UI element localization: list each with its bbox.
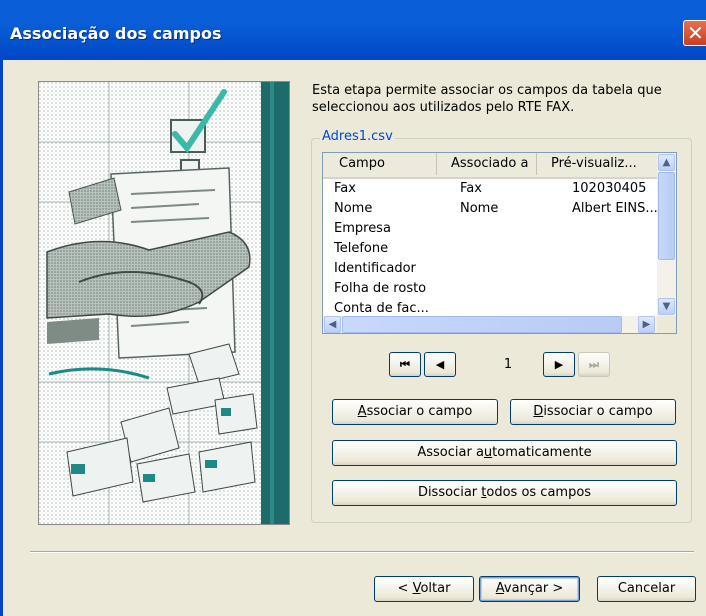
- first-record-icon: ⏮: [400, 358, 410, 371]
- cancel-button[interactable]: Cancelar: [597, 576, 696, 602]
- table-row[interactable]: Empresa: [323, 219, 657, 239]
- cell-preview: [572, 259, 657, 279]
- accelerator-key: A: [495, 581, 504, 596]
- button-label: oltar: [420, 581, 451, 596]
- vertical-scroll-thumb[interactable]: [658, 172, 675, 260]
- horizontal-scroll-thumb[interactable]: [342, 316, 622, 333]
- button-label: issociar o campo: [543, 404, 653, 419]
- first-record-button[interactable]: ⏮: [389, 352, 421, 377]
- previous-record-icon: ◀: [435, 358, 445, 371]
- cell-campo: Fax: [334, 181, 356, 196]
- cell-preview: [572, 219, 657, 239]
- table-row[interactable]: Telefone: [323, 239, 657, 259]
- cell-preview: [572, 279, 657, 299]
- cell-associado: Nome: [460, 201, 499, 216]
- previous-record-button[interactable]: ◀: [424, 352, 456, 377]
- cell-associado: [460, 239, 572, 259]
- auto-associate-button[interactable]: Associar automaticamente: [332, 440, 677, 466]
- title-bar[interactable]: Associação dos campos ✕: [0, 0, 706, 60]
- accelerator-key: A: [357, 404, 367, 419]
- button-label: vançar >: [503, 581, 564, 596]
- intro-text: Esta etapa permite associar os campos da…: [312, 83, 662, 115]
- table-row[interactable]: Fax Fax 102030405: [323, 179, 657, 199]
- window-border: [0, 60, 3, 616]
- next-record-button[interactable]: ▶: [543, 352, 575, 377]
- cell-campo: Identificador: [334, 261, 416, 276]
- column-header-campo[interactable]: Campo: [323, 153, 437, 175]
- footer-separator: [30, 551, 694, 553]
- scroll-down-icon[interactable]: ▼: [658, 298, 675, 315]
- table-row[interactable]: Nome Nome Albert EINS...: [323, 199, 657, 219]
- accelerator-key: u: [483, 445, 493, 460]
- cell-campo: Telefone: [334, 241, 389, 256]
- button-label: ssociar o campo: [366, 404, 473, 419]
- record-number: 1: [503, 357, 513, 372]
- last-record-button[interactable]: ⏭: [578, 352, 610, 377]
- last-record-icon: ⏭: [589, 358, 599, 371]
- window-title: Associação dos campos: [10, 24, 222, 43]
- handshake-checkmark-illustration-icon: [39, 82, 289, 524]
- button-label: Associar a: [417, 445, 484, 460]
- cell-campo: Folha de rosto: [334, 281, 427, 296]
- scroll-left-icon[interactable]: ◀: [324, 316, 341, 333]
- cell-associado: Fax: [460, 181, 482, 196]
- scroll-right-icon[interactable]: ▶: [638, 316, 655, 333]
- cell-preview: [572, 239, 657, 259]
- cell-associado: [460, 279, 572, 299]
- close-button[interactable]: ✕: [683, 20, 706, 46]
- groupbox-label: Adres1.csv: [320, 129, 395, 144]
- scroll-up-icon[interactable]: ▲: [658, 154, 675, 171]
- table-body: Fax Fax 102030405 Nome Nome Albert EINS.…: [323, 179, 657, 319]
- table-header: Campo Associado a Pré-visualiz...: [323, 153, 657, 179]
- cell-associado: [460, 219, 572, 239]
- table-row[interactable]: Folha de rosto: [323, 279, 657, 299]
- table-row[interactable]: Identificador: [323, 259, 657, 279]
- column-header-preview[interactable]: Pré-visualiz...: [537, 153, 657, 175]
- cell-campo: Nome: [334, 201, 373, 216]
- wizard-window: Associação dos campos ✕ Esta etapa permi…: [0, 0, 706, 616]
- column-header-associado[interactable]: Associado a: [437, 153, 537, 175]
- button-label: tomaticamente: [492, 445, 592, 460]
- vertical-scrollbar[interactable]: ▲ ▼: [657, 153, 676, 316]
- button-label: Dissociar: [417, 485, 482, 500]
- associate-field-button[interactable]: Associar o campo: [332, 399, 498, 425]
- cell-associado: [460, 259, 572, 279]
- button-label: <: [397, 581, 413, 596]
- scrollbar-corner: [657, 316, 676, 333]
- back-button[interactable]: < Voltar: [374, 576, 474, 602]
- dissociate-all-button[interactable]: Dissociar todos os campos: [332, 480, 677, 506]
- cell-preview: 102030405: [572, 181, 647, 196]
- horizontal-scrollbar[interactable]: ◀ ▶: [323, 316, 657, 333]
- fields-table[interactable]: Campo Associado a Pré-visualiz... Fax Fa…: [322, 152, 677, 334]
- cell-preview: Albert EINS...: [572, 201, 657, 216]
- next-record-icon: ▶: [554, 358, 564, 371]
- button-label: odos os campos: [486, 485, 592, 500]
- close-icon: ✕: [687, 21, 704, 45]
- cell-campo: Empresa: [334, 221, 391, 236]
- next-button[interactable]: Avançar >: [479, 576, 580, 602]
- accelerator-key: D: [533, 404, 544, 419]
- wizard-illustration: [38, 81, 290, 525]
- dissociate-field-button[interactable]: Dissociar o campo: [510, 399, 676, 425]
